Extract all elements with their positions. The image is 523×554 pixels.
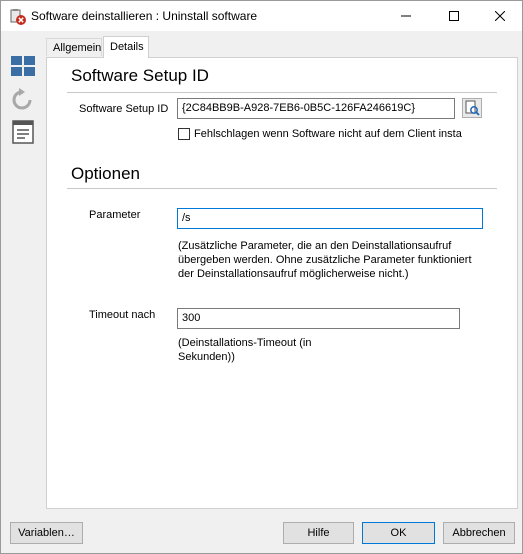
maximize-button[interactable] (431, 1, 477, 31)
parameter-input[interactable]: /s (177, 208, 483, 229)
setup-id-label: Software Setup ID (79, 103, 169, 115)
options-section-title: Optionen (71, 164, 140, 183)
close-button[interactable] (477, 1, 523, 31)
windows-icon[interactable] (10, 55, 36, 81)
search-document-icon (465, 100, 480, 116)
minimize-icon (401, 15, 411, 17)
fail-if-not-installed-label: Fehlschlagen wenn Software nicht auf dem… (194, 128, 462, 140)
timeout-input[interactable]: 300 (177, 308, 460, 329)
fail-if-not-installed-checkbox[interactable] (178, 128, 190, 140)
tab-allgemein[interactable]: Allgemein (46, 38, 102, 56)
refresh-icon[interactable] (10, 87, 36, 113)
parameter-label: Parameter (89, 209, 141, 221)
tab-details[interactable]: Details (103, 36, 149, 58)
ok-button[interactable]: OK (362, 522, 435, 544)
timeout-help-text: (Deinstallations-Timeout (in Sekunden)) (178, 337, 312, 363)
document-list-icon[interactable] (10, 119, 36, 145)
window-title: Software deinstallieren : Uninstall soft… (31, 9, 258, 23)
setup-id-field[interactable]: {2C84BB9B-A928-7EB6-0B5C-126FA246619C} (177, 98, 455, 119)
browse-button[interactable] (462, 98, 482, 118)
section-divider (67, 92, 497, 93)
setup-section-title: Software Setup ID (71, 66, 209, 85)
left-toolbar (1, 31, 41, 515)
maximize-icon (449, 11, 459, 21)
details-panel: Software Setup ID Software Setup ID {2C8… (46, 57, 518, 509)
parameter-help-text: (Zusätzliche Parameter, die an den Deins… (178, 240, 472, 280)
timeout-label: Timeout nach (89, 309, 156, 321)
cancel-button[interactable]: Abbrechen (443, 522, 515, 544)
section-divider (67, 188, 497, 189)
app-uninstall-icon (9, 8, 27, 26)
dialog-window: Software deinstallieren : Uninstall soft… (0, 0, 523, 554)
help-button[interactable]: Hilfe (283, 522, 354, 544)
variables-button[interactable]: Variablen… (10, 522, 83, 544)
close-icon (495, 11, 505, 21)
title-bar[interactable]: Software deinstallieren : Uninstall soft… (1, 1, 522, 31)
minimize-button[interactable] (383, 1, 429, 31)
